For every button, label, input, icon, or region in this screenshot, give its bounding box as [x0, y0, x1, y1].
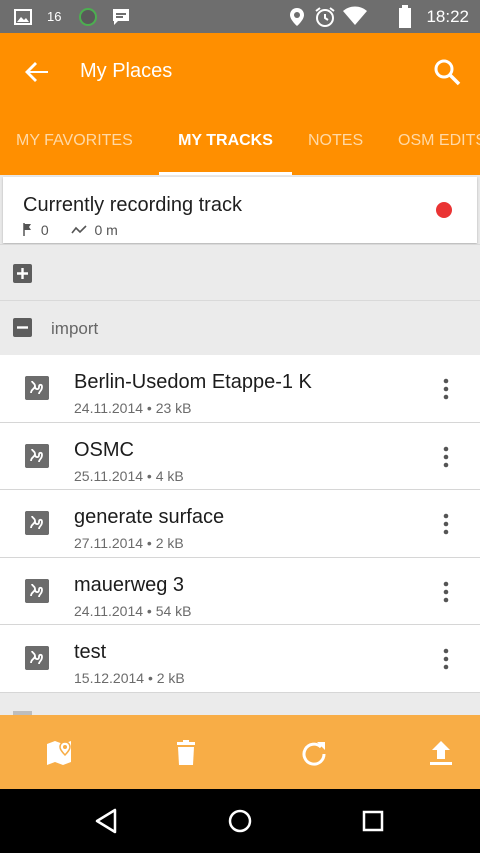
collapse-minus-icon[interactable]: [13, 318, 32, 337]
home-circle-icon[interactable]: [226, 807, 254, 835]
group-header-collapsed[interactable]: [0, 244, 480, 300]
track-row[interactable]: test 15.12.2014 • 2 kB: [0, 625, 480, 693]
track-route-icon: [25, 443, 49, 468]
tab-osm-edits[interactable]: OSM EDITS: [398, 118, 480, 175]
arrow-back-icon[interactable]: [22, 57, 52, 87]
more-vert-icon[interactable]: [436, 512, 456, 536]
bottom-toolbar: [0, 715, 480, 789]
location-pin-icon: [290, 8, 304, 26]
track-details: 24.11.2014 • 54 kB: [74, 602, 192, 619]
expand-plus-icon[interactable]: [13, 264, 32, 283]
track-route-icon: [25, 376, 49, 400]
group-header-import[interactable]: import: [0, 300, 480, 355]
tab-notes[interactable]: NOTES: [308, 118, 363, 175]
recording-track-card[interactable]: Currently recording track 0 0 m: [3, 177, 477, 243]
recording-indicator: [436, 202, 452, 218]
recording-points: 0: [40, 222, 49, 238]
track-row[interactable]: OSMC 25.11.2014 • 4 kB: [0, 422, 480, 490]
message-icon: [113, 9, 129, 25]
track-route-icon: [25, 511, 49, 535]
tab-my-favorites[interactable]: MY FAVORITES: [16, 118, 133, 175]
group-label: import: [51, 319, 99, 338]
track-details: 15.12.2014 • 2 kB: [74, 670, 185, 686]
tab-indicator: [159, 172, 292, 175]
track-row[interactable]: generate surface 27.11.2014 • 2 kB: [0, 490, 480, 558]
page-title: My Places: [80, 60, 173, 82]
back-triangle-icon[interactable]: [93, 807, 121, 835]
image-icon: [14, 9, 32, 25]
system-nav-bar: [0, 789, 480, 853]
recording-stats: 0 0 m: [23, 222, 118, 238]
battery-icon: [399, 5, 411, 28]
recording-title: Currently recording track: [23, 194, 242, 216]
track-name: OSMC: [74, 438, 134, 461]
track-name: mauerweg 3: [74, 573, 185, 596]
app-bar: My Places MY FAVORITES MY TRACKS NOTES O…: [0, 33, 480, 175]
tab-bar: MY FAVORITES MY TRACKS NOTES OSM EDITS: [0, 118, 480, 175]
recents-square-icon[interactable]: [359, 807, 387, 835]
track-details: 25.11.2014 • 4 kB: [74, 467, 184, 484]
more-vert-icon[interactable]: [436, 647, 456, 671]
map-marker-icon[interactable]: [45, 738, 75, 768]
track-list: Berlin-Usedom Etappe-1 K 24.11.2014 • 23…: [0, 355, 480, 693]
track-route-icon: [25, 646, 49, 670]
refresh-icon[interactable]: [299, 738, 329, 768]
search-icon[interactable]: [432, 57, 462, 87]
tab-label: OSM EDITS: [398, 132, 480, 149]
tab-my-tracks[interactable]: MY TRACKS: [159, 118, 292, 175]
clock: 18:22: [426, 7, 469, 26]
delete-icon[interactable]: [171, 738, 201, 768]
track-name: Berlin-Usedom Etappe-1 K: [74, 371, 312, 393]
alarm-icon: [315, 7, 335, 27]
track-name: test: [74, 641, 107, 663]
notification-badge: 16: [47, 9, 62, 24]
more-vert-icon[interactable]: [436, 580, 456, 604]
group-header-partial[interactable]: [0, 693, 480, 715]
more-vert-icon[interactable]: [436, 377, 456, 401]
recording-distance: 0 m: [94, 222, 118, 238]
track-details: 24.11.2014 • 23 kB: [74, 400, 192, 416]
distance-icon: [70, 225, 87, 234]
track-row[interactable]: mauerweg 3 24.11.2014 • 54 kB: [0, 557, 480, 625]
flag-icon: [23, 223, 31, 236]
tab-label: MY TRACKS: [178, 132, 273, 149]
status-bar: 16 18:22: [0, 0, 480, 33]
more-vert-icon[interactable]: [436, 445, 456, 469]
app-round-icon: [79, 8, 97, 26]
tab-label: NOTES: [308, 132, 364, 149]
track-details: 27.11.2014 • 2 kB: [74, 535, 184, 551]
upload-icon[interactable]: [426, 738, 456, 768]
tab-label: MY FAVORITES: [16, 132, 133, 149]
track-route-icon: [25, 578, 49, 603]
track-row[interactable]: Berlin-Usedom Etappe-1 K 24.11.2014 • 23…: [0, 355, 480, 423]
wifi-icon: [343, 6, 367, 25]
track-name: generate surface: [74, 506, 225, 528]
